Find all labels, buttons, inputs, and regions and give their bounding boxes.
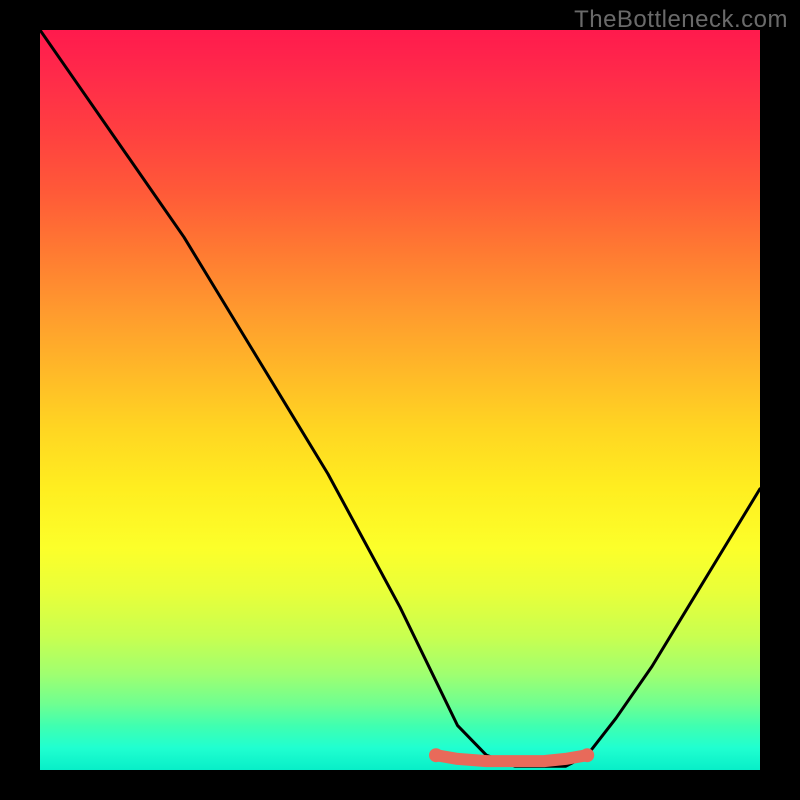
optimal-marker-start xyxy=(429,748,443,762)
watermark-text: TheBottleneck.com xyxy=(574,6,788,34)
bottleneck-curve-path xyxy=(40,30,760,766)
optimal-flat-marker xyxy=(436,755,587,761)
optimal-marker-end xyxy=(580,748,594,762)
chart-svg xyxy=(40,30,760,770)
chart-plot-area xyxy=(40,30,760,770)
